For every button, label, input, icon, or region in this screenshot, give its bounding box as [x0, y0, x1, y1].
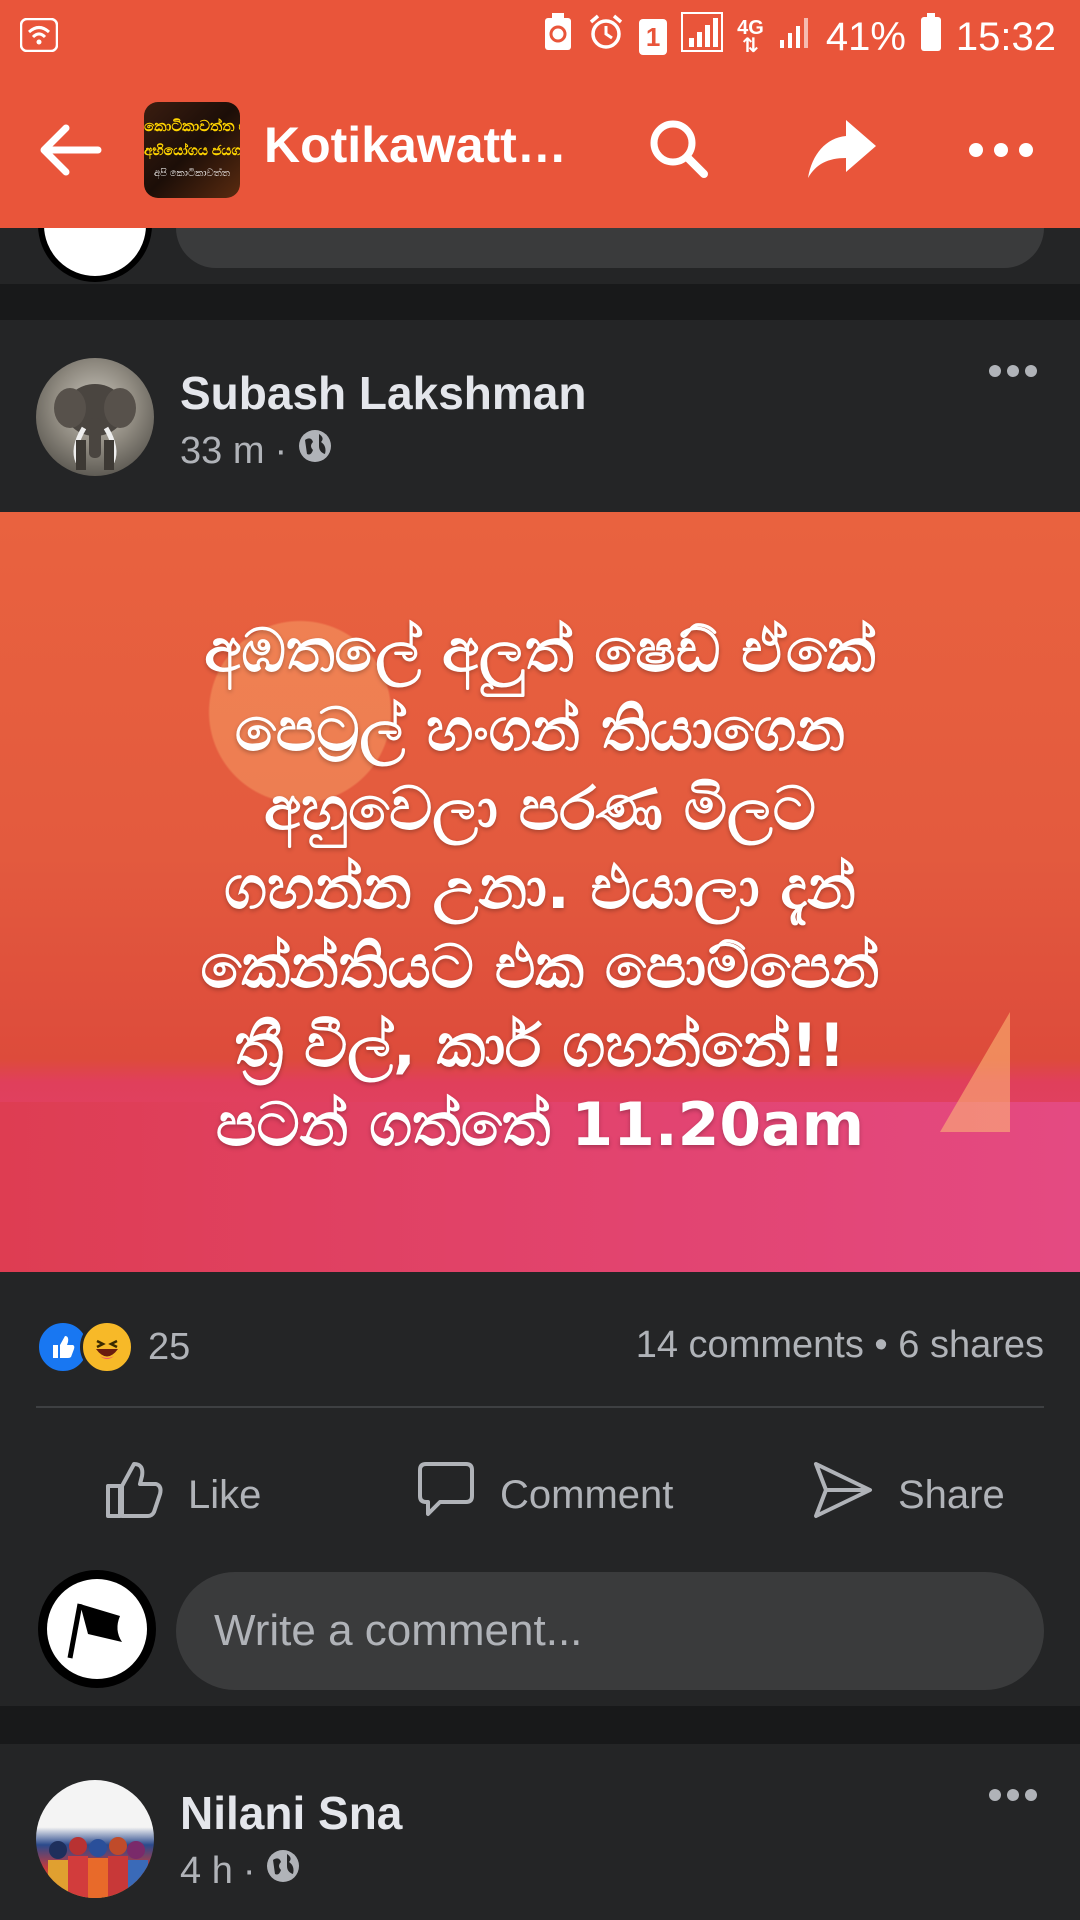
signal-icon [778, 14, 812, 60]
reaction-count: 25 [148, 1325, 191, 1368]
post-text-image[interactable]: අඹතලේ අලුත් ෂෙඩ් ඒකේ පෙට්‍රල් හංගන් තියා… [0, 512, 1080, 1272]
comments-shares-count[interactable]: 14 comments • 6 shares [636, 1324, 1044, 1367]
my-avatar[interactable] [38, 1570, 156, 1688]
post-options-icon[interactable] [988, 1788, 1038, 1807]
haha-reaction-icon [80, 1320, 134, 1374]
recycle-icon [543, 12, 573, 62]
thumbs-up-icon [104, 1460, 164, 1530]
write-comment-row [0, 1564, 1080, 1694]
comment-input[interactable] [176, 1572, 1044, 1690]
battery-icon [920, 12, 942, 62]
author-avatar[interactable] [36, 358, 154, 476]
author-avatar[interactable] [36, 1780, 154, 1898]
globe-icon [265, 1848, 301, 1894]
comment-label: Comment [500, 1472, 674, 1517]
post-meta: 33 m · [180, 428, 333, 474]
meta-separator: · [274, 429, 288, 472]
search-icon[interactable] [646, 116, 712, 187]
signal-bars-icon [681, 12, 724, 62]
post-card: Nilani Sna 4 h · [0, 1744, 1080, 1920]
sim-badge: 1 [639, 19, 668, 55]
elephant-icon [54, 384, 136, 470]
post-card: Subash Lakshman 33 m · අඹතලේ අලුත් ෂෙඩ් … [0, 320, 1080, 1706]
meta-separator: · [242, 1849, 256, 1892]
post-meta: 4 h · [180, 1848, 301, 1894]
share-button[interactable]: Share [812, 1440, 1005, 1550]
page-title[interactable]: Kotikawatta... [264, 116, 584, 174]
share-label: Share [898, 1472, 1005, 1517]
like-button[interactable]: Like [104, 1440, 261, 1550]
network-type: 4G ⇅ [737, 17, 764, 57]
post-time[interactable]: 33 m [180, 430, 264, 473]
post-options-icon[interactable] [988, 364, 1038, 383]
send-arrow-icon [812, 1460, 874, 1530]
comment-button[interactable]: Comment [416, 1440, 673, 1550]
previous-post-remnant [0, 168, 1080, 284]
share-arrow-icon[interactable] [806, 116, 878, 187]
alarm-clock-icon [587, 13, 625, 61]
post-image-text: අඹතලේ අලුත් ෂෙඩ් ඒකේ පෙට්‍රල් හංගන් තියා… [200, 616, 880, 1160]
clock-time: 15:32 [955, 14, 1056, 59]
post-author-name[interactable]: Subash Lakshman [180, 366, 586, 420]
app-bar: කොටිකාවත්ත එකමුතු අභියෝගය ජයගමු අපි කොටි… [0, 72, 1080, 228]
black-flag-icon [67, 1603, 122, 1659]
post-actions: Like Comment Share [0, 1440, 1080, 1550]
reactions-summary[interactable]: 25 [36, 1320, 190, 1374]
status-bar: 1 4G ⇅ 41% 15:32 [0, 0, 1080, 72]
wifi-calling-icon [19, 17, 59, 57]
more-dots-icon[interactable] [968, 142, 1034, 163]
globe-icon [297, 428, 333, 474]
battery-percent: 41% [825, 14, 906, 59]
page-avatar[interactable]: කොටිකාවත්ත එකමුතු අභියෝගය ජයගමු අපි කොටි… [144, 102, 240, 198]
post-time[interactable]: 4 h [180, 1850, 233, 1893]
like-label: Like [188, 1472, 262, 1517]
post-author-name[interactable]: Nilani Sna [180, 1786, 402, 1840]
crowd-icon [48, 1837, 148, 1898]
back-arrow-icon[interactable] [38, 124, 102, 181]
divider [36, 1406, 1044, 1408]
speech-bubble-icon [416, 1460, 476, 1530]
